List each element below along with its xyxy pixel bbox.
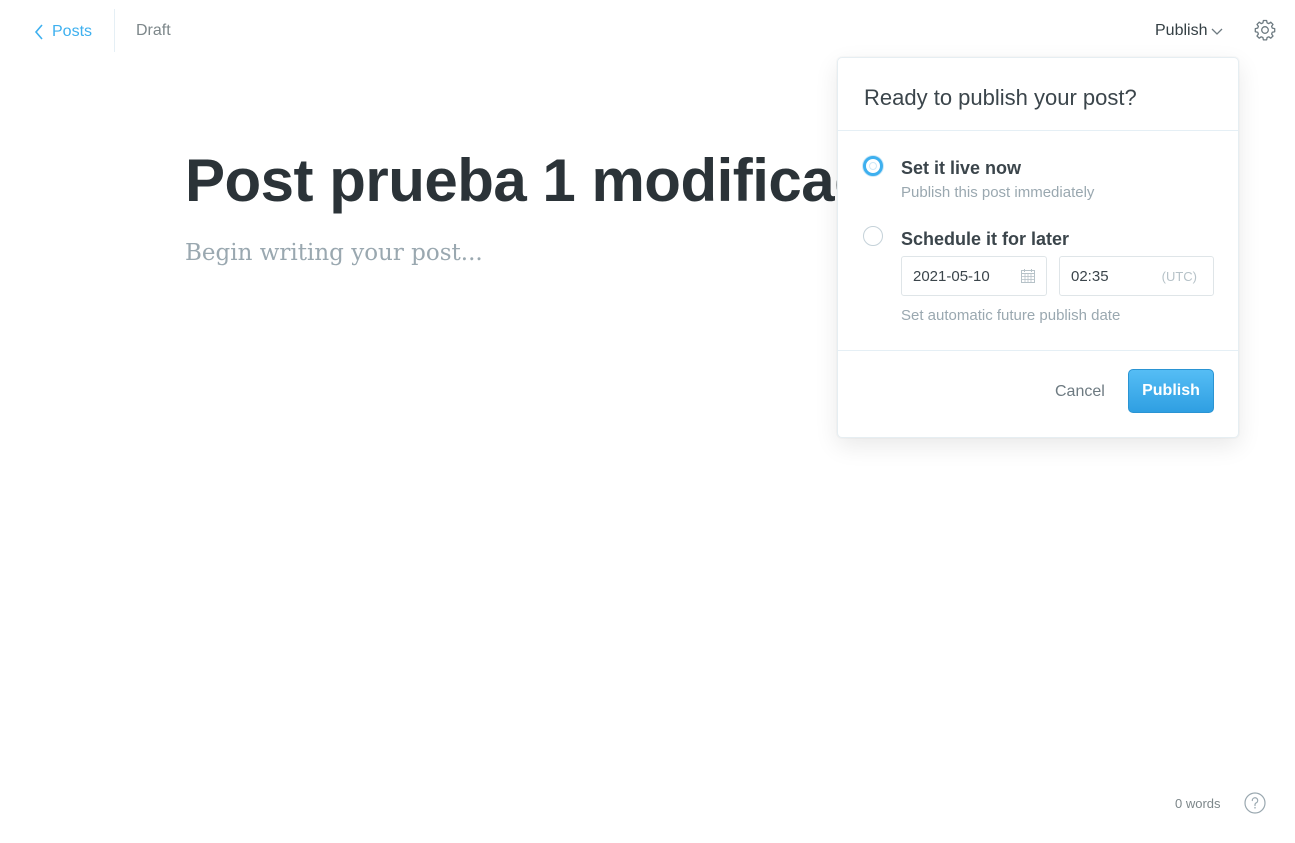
schedule-time-value: 02:35 [1071, 268, 1109, 285]
timezone-label: (UTC) [1161, 269, 1197, 284]
calendar-icon[interactable] [1020, 268, 1036, 284]
chevron-down-icon [1212, 28, 1223, 35]
publish-button[interactable]: Publish [1128, 369, 1214, 413]
cancel-button[interactable]: Cancel [1055, 383, 1105, 401]
schedule-later-radio[interactable] [863, 226, 883, 246]
post-title-input[interactable]: Post prueba 1 modificado [185, 141, 837, 221]
set-live-now-radio[interactable] [863, 156, 883, 176]
schedule-time-input[interactable]: 02:35 (UTC) [1059, 256, 1214, 296]
back-to-posts-link[interactable]: Posts [32, 20, 92, 44]
popover-header: Ready to publish your post? [838, 58, 1238, 131]
popover-footer-divider [838, 350, 1238, 351]
schedule-later-description: Set automatic future publish date [901, 307, 1121, 324]
publish-menu-label: Publish [1155, 22, 1208, 39]
post-status: Draft [136, 22, 171, 39]
publish-menu-trigger[interactable]: Publish [1155, 20, 1223, 42]
chevron-left-icon [34, 24, 43, 40]
word-count: 0 words [1175, 796, 1221, 811]
back-link-label: Posts [52, 23, 93, 40]
schedule-later-label[interactable]: Schedule it for later [901, 229, 1069, 250]
set-live-now-description: Publish this post immediately [901, 184, 1095, 201]
gear-icon[interactable] [1253, 18, 1277, 42]
popover-title: Ready to publish your post? [864, 85, 1137, 110]
help-icon[interactable] [1244, 792, 1266, 814]
set-live-now-label[interactable]: Set it live now [901, 158, 1021, 179]
schedule-date-input[interactable]: 2021-05-10 [901, 256, 1047, 296]
post-body-editor[interactable]: Begin writing your post... [185, 240, 483, 266]
schedule-date-value: 2021-05-10 [913, 268, 990, 285]
publish-popover: Ready to publish your post? Set it live … [837, 57, 1239, 438]
topbar-divider [114, 9, 115, 52]
